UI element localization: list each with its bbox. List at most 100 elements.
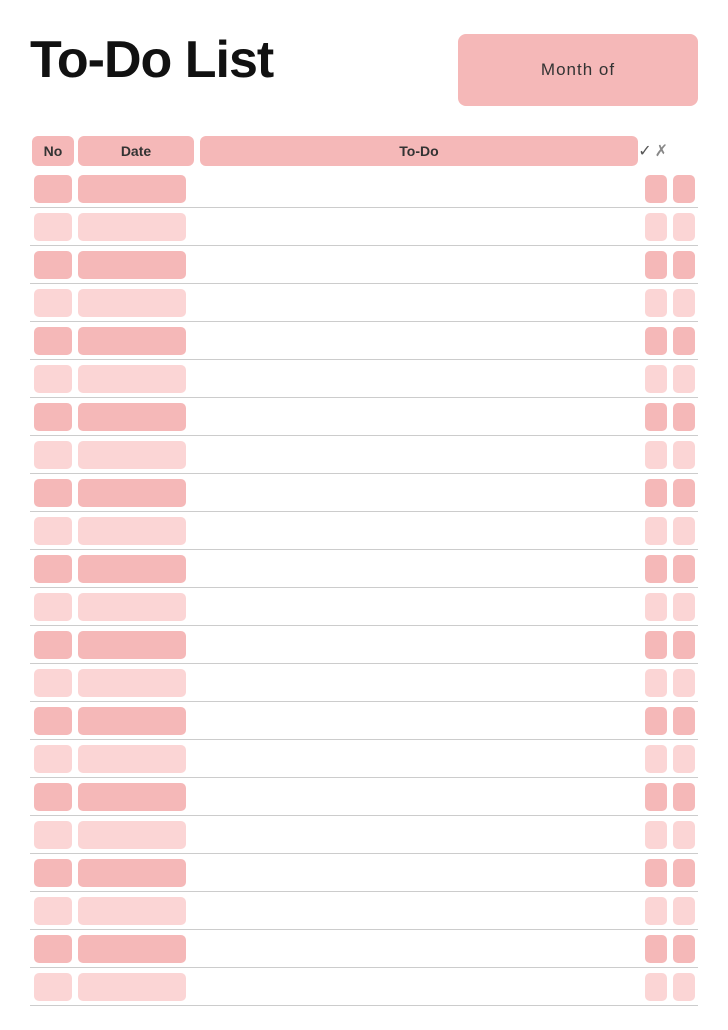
cell-check[interactable] xyxy=(642,514,670,548)
cell-x[interactable] xyxy=(670,742,698,776)
table-row[interactable] xyxy=(30,626,698,664)
cell-x[interactable] xyxy=(670,172,698,206)
cell-x[interactable] xyxy=(670,704,698,738)
cell-date[interactable] xyxy=(76,476,196,510)
table-row[interactable] xyxy=(30,930,698,968)
table-row[interactable] xyxy=(30,170,698,208)
cell-todo[interactable] xyxy=(196,794,642,800)
cell-date[interactable] xyxy=(76,172,196,206)
cell-date[interactable] xyxy=(76,286,196,320)
cell-check[interactable] xyxy=(642,552,670,586)
table-row[interactable] xyxy=(30,474,698,512)
table-row[interactable] xyxy=(30,208,698,246)
cell-check[interactable] xyxy=(642,970,670,1004)
cell-todo[interactable] xyxy=(196,528,642,534)
cell-date[interactable] xyxy=(76,742,196,776)
cell-check[interactable] xyxy=(642,666,670,700)
cell-x[interactable] xyxy=(670,476,698,510)
cell-check[interactable] xyxy=(642,476,670,510)
table-row[interactable] xyxy=(30,854,698,892)
cell-check[interactable] xyxy=(642,856,670,890)
cell-date[interactable] xyxy=(76,590,196,624)
cell-x[interactable] xyxy=(670,970,698,1004)
cell-todo[interactable] xyxy=(196,186,642,192)
cell-check[interactable] xyxy=(642,628,670,662)
cell-date[interactable] xyxy=(76,514,196,548)
cell-date[interactable] xyxy=(76,780,196,814)
cell-check[interactable] xyxy=(642,590,670,624)
cell-check[interactable] xyxy=(642,704,670,738)
cell-date[interactable] xyxy=(76,932,196,966)
table-row[interactable] xyxy=(30,892,698,930)
cell-x[interactable] xyxy=(670,894,698,928)
cell-x[interactable] xyxy=(670,362,698,396)
cell-x[interactable] xyxy=(670,210,698,244)
table-row[interactable] xyxy=(30,436,698,474)
cell-x[interactable] xyxy=(670,324,698,358)
cell-date[interactable] xyxy=(76,324,196,358)
table-row[interactable] xyxy=(30,588,698,626)
cell-date[interactable] xyxy=(76,970,196,1004)
cell-check[interactable] xyxy=(642,286,670,320)
cell-x[interactable] xyxy=(670,438,698,472)
cell-date[interactable] xyxy=(76,210,196,244)
table-row[interactable] xyxy=(30,246,698,284)
cell-date[interactable] xyxy=(76,628,196,662)
cell-todo[interactable] xyxy=(196,642,642,648)
cell-check[interactable] xyxy=(642,780,670,814)
table-row[interactable] xyxy=(30,398,698,436)
month-box[interactable]: Month of xyxy=(458,34,698,106)
cell-todo[interactable] xyxy=(196,718,642,724)
cell-check[interactable] xyxy=(642,742,670,776)
cell-date[interactable] xyxy=(76,704,196,738)
table-row[interactable] xyxy=(30,778,698,816)
cell-x[interactable] xyxy=(670,780,698,814)
cell-todo[interactable] xyxy=(196,338,642,344)
cell-todo[interactable] xyxy=(196,414,642,420)
cell-date[interactable] xyxy=(76,894,196,928)
cell-date[interactable] xyxy=(76,666,196,700)
cell-date[interactable] xyxy=(76,438,196,472)
cell-check[interactable] xyxy=(642,400,670,434)
cell-date[interactable] xyxy=(76,856,196,890)
table-row[interactable] xyxy=(30,740,698,778)
cell-todo[interactable] xyxy=(196,604,642,610)
cell-todo[interactable] xyxy=(196,984,642,990)
cell-x[interactable] xyxy=(670,552,698,586)
cell-todo[interactable] xyxy=(196,566,642,572)
table-row[interactable] xyxy=(30,816,698,854)
cell-todo[interactable] xyxy=(196,680,642,686)
cell-date[interactable] xyxy=(76,248,196,282)
cell-date[interactable] xyxy=(76,552,196,586)
cell-check[interactable] xyxy=(642,438,670,472)
cell-x[interactable] xyxy=(670,628,698,662)
table-row[interactable] xyxy=(30,512,698,550)
cell-todo[interactable] xyxy=(196,224,642,230)
cell-date[interactable] xyxy=(76,818,196,852)
cell-date[interactable] xyxy=(76,400,196,434)
cell-todo[interactable] xyxy=(196,300,642,306)
cell-x[interactable] xyxy=(670,932,698,966)
table-row[interactable] xyxy=(30,322,698,360)
cell-x[interactable] xyxy=(670,514,698,548)
cell-x[interactable] xyxy=(670,666,698,700)
cell-check[interactable] xyxy=(642,932,670,966)
table-row[interactable] xyxy=(30,550,698,588)
table-row[interactable] xyxy=(30,360,698,398)
table-row[interactable] xyxy=(30,664,698,702)
table-row[interactable] xyxy=(30,968,698,1006)
cell-todo[interactable] xyxy=(196,452,642,458)
cell-x[interactable] xyxy=(670,590,698,624)
cell-x[interactable] xyxy=(670,856,698,890)
cell-todo[interactable] xyxy=(196,908,642,914)
cell-x[interactable] xyxy=(670,818,698,852)
cell-check[interactable] xyxy=(642,248,670,282)
cell-check[interactable] xyxy=(642,362,670,396)
table-row[interactable] xyxy=(30,284,698,322)
cell-todo[interactable] xyxy=(196,262,642,268)
cell-todo[interactable] xyxy=(196,490,642,496)
cell-date[interactable] xyxy=(76,362,196,396)
cell-todo[interactable] xyxy=(196,946,642,952)
cell-x[interactable] xyxy=(670,286,698,320)
cell-check[interactable] xyxy=(642,818,670,852)
